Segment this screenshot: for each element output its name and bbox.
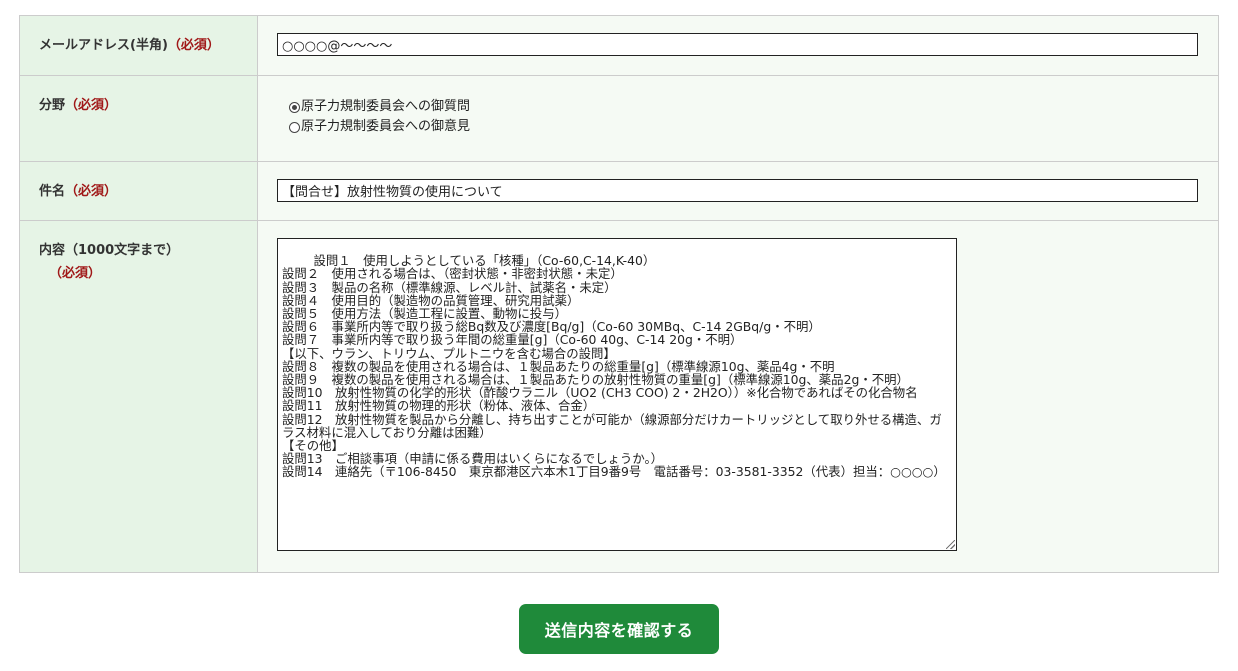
radio-checked-icon[interactable] (289, 101, 300, 113)
field-options-cell: 原子力規制委員会への御質問 原子力規制委員会への御意見 (257, 75, 1219, 162)
subject-required-mark: （必須） (65, 184, 118, 199)
field-label-cell: 分野（必須） (19, 75, 258, 162)
content-required-mark: （必須） (49, 266, 102, 281)
subject-field-cell (257, 161, 1219, 221)
field-required-mark: （必須） (65, 98, 118, 113)
radio-option-opinion[interactable]: 原子力規制委員会への御意見 (289, 117, 1218, 137)
email-field-cell (257, 15, 1219, 76)
inquiry-form-table: メールアドレス(半角)（必須） 分野（必須） 原子力規制委員会への御質問 原子力… (19, 15, 1219, 573)
subject-input[interactable] (277, 179, 1198, 202)
radio-unchecked-icon[interactable] (289, 121, 300, 133)
subject-label: 件名 (39, 184, 66, 199)
radio-option-question[interactable]: 原子力規制委員会への御質問 (289, 97, 1218, 117)
confirm-submit-button[interactable]: 送信内容を確認する (519, 604, 719, 654)
content-field-cell: 設問１ 使用しようとしている「核種」（Co-60,C-14,K-40） 設問２ … (257, 220, 1219, 573)
field-radio-group: 原子力規制委員会への御質問 原子力規制委員会への御意見 (289, 97, 1218, 137)
field-row: 分野（必須） 原子力規制委員会への御質問 原子力規制委員会への御意見 (19, 75, 1219, 162)
email-required-mark: （必須） (167, 38, 220, 53)
content-label: 内容（1000文字まで） (39, 243, 180, 258)
content-textarea[interactable]: 設問１ 使用しようとしている「核種」（Co-60,C-14,K-40） 設問２ … (277, 238, 957, 551)
email-row: メールアドレス(半角)（必須） (19, 15, 1219, 76)
email-label-cell: メールアドレス(半角)（必須） (19, 15, 258, 76)
resize-handle-icon[interactable] (946, 540, 955, 549)
subject-label-cell: 件名（必須） (19, 161, 258, 221)
email-input[interactable] (277, 33, 1198, 56)
field-label: 分野 (39, 98, 66, 113)
content-label-cell: 内容（1000文字まで） （必須） (19, 220, 258, 573)
content-textarea-text: 設問１ 使用しようとしている「核種」（Co-60,C-14,K-40） 設問２ … (282, 253, 946, 480)
radio-option-opinion-label: 原子力規制委員会への御意見 (301, 119, 471, 134)
content-row: 内容（1000文字まで） （必須） 設問１ 使用しようとしている「核種」（Co-… (19, 220, 1219, 573)
radio-option-question-label: 原子力規制委員会への御質問 (301, 99, 471, 114)
email-label: メールアドレス(半角) (39, 38, 168, 53)
subject-row: 件名（必須） (19, 161, 1219, 221)
